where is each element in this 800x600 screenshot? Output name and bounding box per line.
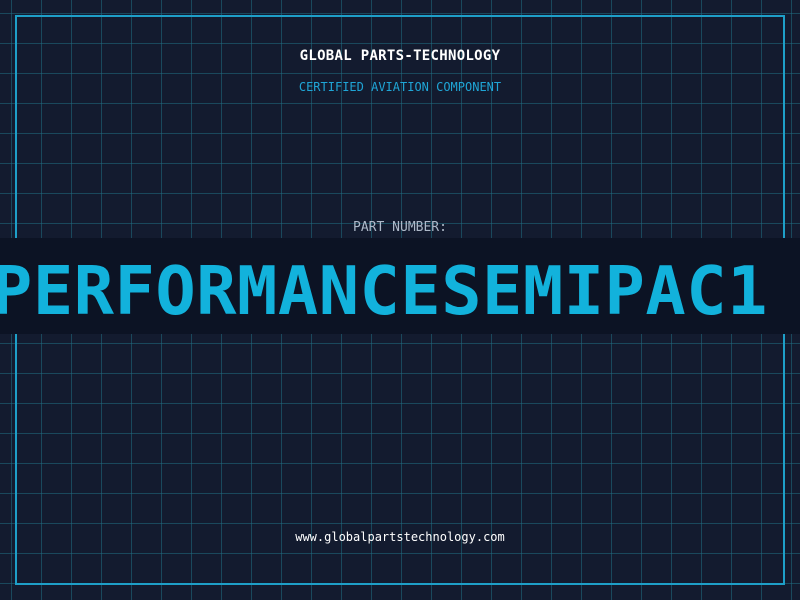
certification-subtitle: CERTIFIED AVIATION COMPONENT	[298, 80, 502, 94]
part-number-value: PERFORMANCESEMIPAC1	[0, 252, 768, 330]
company-name: GLOBAL PARTS-TECHNOLOGY	[299, 48, 501, 64]
website-url: www.globalpartstechnology.com	[295, 530, 505, 544]
part-number-band: PERFORMANCESEMIPAC1	[0, 238, 800, 334]
part-number-label: PART NUMBER:	[353, 220, 447, 235]
